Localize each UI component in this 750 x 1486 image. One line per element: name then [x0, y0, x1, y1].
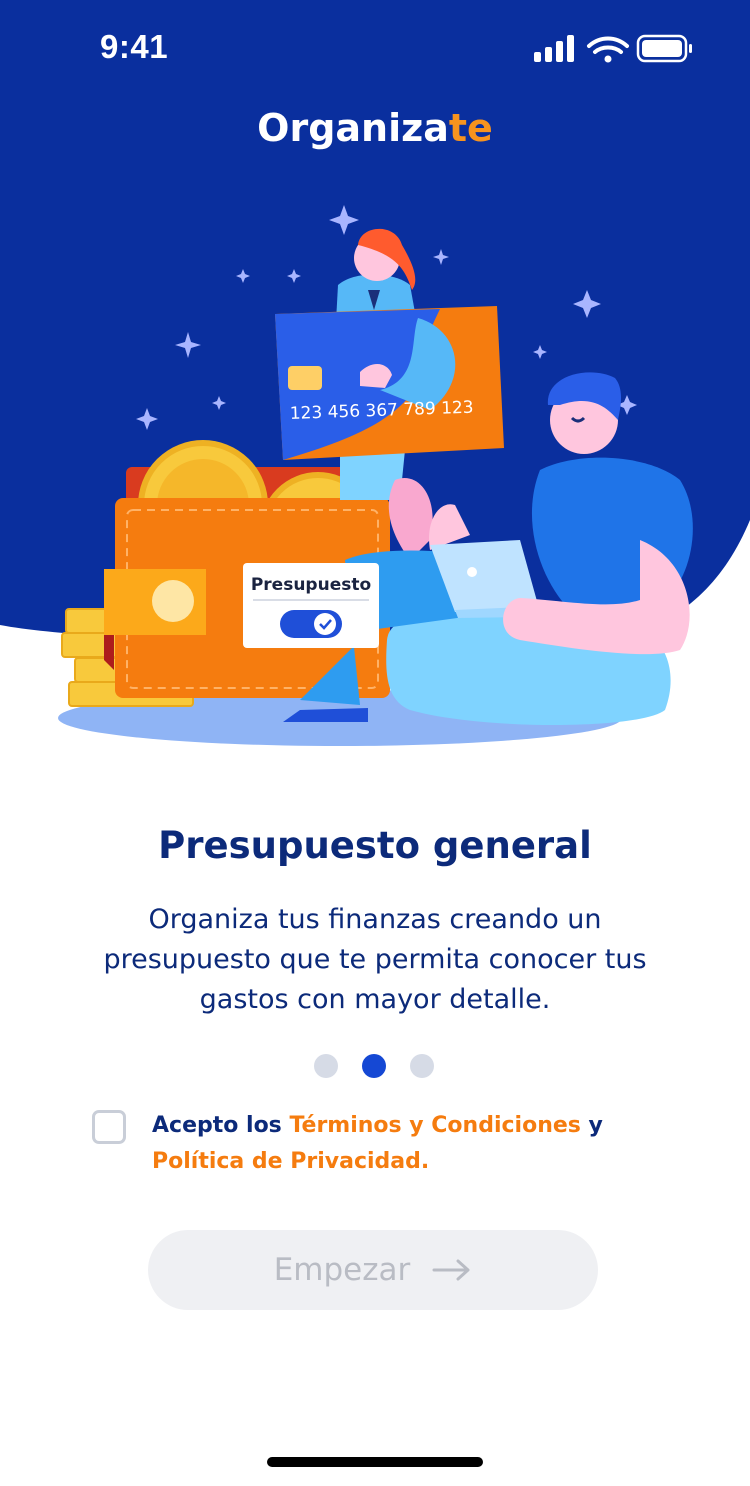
cellular-signal-icon: [534, 35, 574, 62]
toggle-card-label: Presupuesto: [251, 575, 371, 595]
start-button[interactable]: Empezar: [148, 1230, 598, 1310]
home-indicator: [267, 1457, 483, 1467]
wifi-icon: [587, 36, 629, 54]
pagination-dot-1[interactable]: [314, 1054, 338, 1078]
battery-icon: [636, 34, 692, 63]
brand-logo: Organizate: [0, 106, 750, 150]
pagination-dot-2[interactable]: [362, 1054, 386, 1078]
page-description: Organiza tus finanzas creando un presupu…: [103, 904, 647, 1015]
status-time: 9:41: [100, 28, 169, 65]
terms-prefix: Acepto los: [152, 1113, 290, 1138]
terms-checkbox[interactable]: [92, 1110, 126, 1144]
status-bar: 9:41: [0, 0, 750, 100]
brand-accent: te: [448, 106, 493, 150]
brand-main: Organiza: [257, 106, 449, 150]
terms-link[interactable]: Términos y Condiciones: [289, 1113, 580, 1138]
status-icons: [534, 34, 692, 63]
arrow-right-icon: [432, 1259, 470, 1281]
page-title: Presupuesto general: [158, 824, 592, 867]
pagination-dot-3[interactable]: [410, 1054, 434, 1078]
pagination-dots: [312, 1054, 442, 1078]
terms-text: Acepto los Términos y Condiciones y Polí…: [152, 1108, 672, 1180]
privacy-link[interactable]: Política de Privacidad.: [152, 1149, 429, 1174]
terms-middle: y: [580, 1113, 603, 1138]
start-button-label: Empezar: [273, 1252, 411, 1288]
